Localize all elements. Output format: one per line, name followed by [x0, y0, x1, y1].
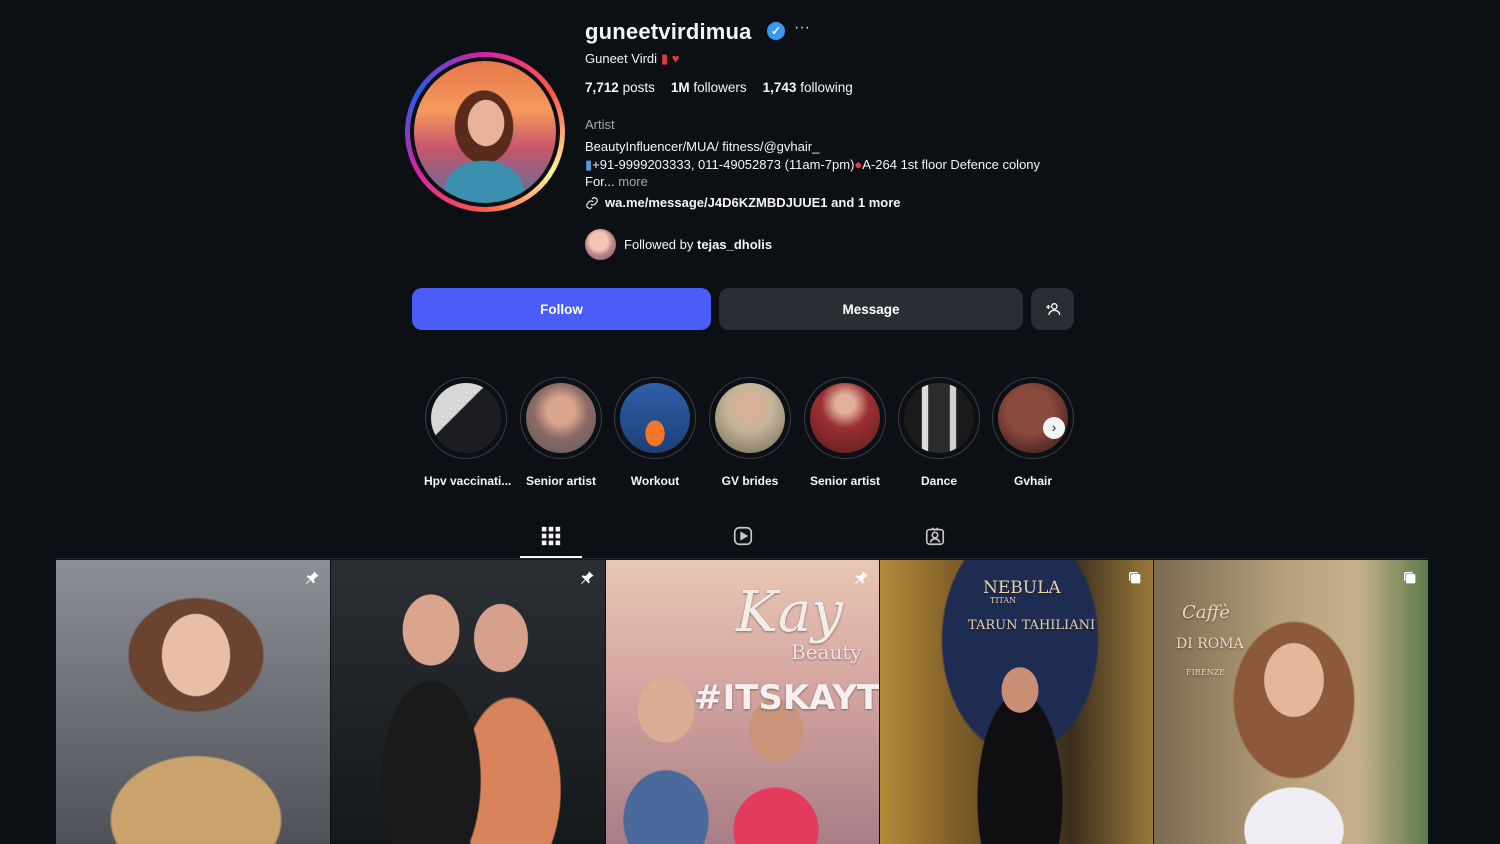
tab-posts[interactable]: [520, 520, 582, 558]
profile-stats: 7,712 posts 1M followers 1,743 following: [585, 80, 853, 95]
followed-by-prefix: Followed by: [624, 237, 694, 252]
post-overlay-text: NEBULA: [983, 578, 1061, 598]
follower-avatar: [585, 229, 616, 260]
post-overlay-text: DI ROMA: [1176, 636, 1244, 652]
highlight-label: Dance: [920, 474, 958, 488]
verified-badge-icon: ✓: [767, 22, 785, 40]
tab-divider: [56, 558, 1428, 559]
link-icon: [586, 196, 598, 209]
post-overlay-text: Caffè: [1182, 602, 1230, 623]
highlight-ring: [425, 377, 507, 459]
highlight-ring: [804, 377, 886, 459]
post-overlay-text: FIRENZE: [1186, 668, 1225, 677]
avatar-gap: [410, 57, 560, 207]
full-name-text: Guneet Virdi: [585, 51, 658, 66]
posts-grid: Kay Beauty #ITSKAYTOB NEBULA TITAN TARUN…: [56, 560, 1428, 844]
followed-by-user: tejas_dholis: [697, 237, 773, 252]
post-overlay-text: TARUN TAHILIANI: [968, 618, 1096, 633]
bio-contact: +91-9999203333, 011-49052873 (11am-7pm): [592, 157, 855, 172]
stat-label: following: [800, 80, 853, 95]
post-overlay-text: Beauty: [791, 640, 862, 664]
highlight-item[interactable]: Dance: [897, 377, 981, 488]
post-overlay-text: Kay: [736, 580, 843, 645]
highlight-thumb: [620, 383, 690, 453]
post-thumbnail[interactable]: [56, 560, 330, 844]
highlight-ring: [992, 377, 1074, 459]
message-button[interactable]: Message: [719, 288, 1023, 330]
pin-icon: [581, 571, 594, 584]
highlight-item[interactable]: GV brides: [708, 377, 792, 488]
tab-reels[interactable]: [712, 520, 774, 558]
highlight-thumb: [715, 383, 785, 453]
pin-icon: [855, 571, 868, 584]
stat-value: 1M: [670, 80, 690, 95]
highlight-label: Workout: [630, 474, 680, 488]
highlight-label: Hpv vaccinati...: [424, 474, 512, 488]
highlight-item[interactable]: Senior artist: [803, 377, 887, 488]
suggested-users-button[interactable]: [1031, 288, 1074, 330]
add-person-icon: [1045, 303, 1060, 316]
highlight-thumb: [431, 383, 501, 453]
carousel-icon: [1404, 572, 1416, 584]
highlights-next-icon[interactable]: ›: [1043, 417, 1065, 439]
bio-line-3: For... more: [585, 174, 648, 189]
highlight-thumb: [810, 383, 880, 453]
highlight-ring: [898, 377, 980, 459]
followed-by-text: Followed by tejas_dholis: [624, 237, 772, 252]
highlight-label: Gvhair: [1013, 474, 1052, 488]
stat-value: 1,743: [762, 80, 797, 95]
grid-icon: [541, 526, 561, 546]
highlight-label: Senior artist: [525, 474, 597, 488]
stat-posts[interactable]: 7,712 posts: [585, 80, 655, 95]
bio-line-2: ▮+91-9999203333, 011-49052873 (11am-7pm)…: [585, 157, 1040, 173]
profile-avatar[interactable]: [405, 52, 565, 212]
post-overlay-text: #ITSKAYTOB: [694, 678, 879, 718]
bio-address: A-264 1st floor Defence colony: [862, 157, 1041, 172]
highlight-thumb: [526, 383, 596, 453]
highlight-label: GV brides: [721, 474, 779, 488]
stat-value: 7,712: [585, 80, 619, 95]
post-thumbnail[interactable]: Kay Beauty #ITSKAYTOB: [606, 560, 879, 844]
stat-label: followers: [693, 80, 747, 95]
post-overlay-text: TITAN: [990, 596, 1017, 605]
highlight-ring: [709, 377, 791, 459]
tab-tagged[interactable]: [904, 520, 966, 558]
highlight-item[interactable]: Senior artist: [519, 377, 603, 488]
followed-by[interactable]: Followed by tejas_dholis: [585, 229, 772, 260]
stat-following[interactable]: 1,743 following: [763, 80, 853, 95]
highlight-ring: [520, 377, 602, 459]
follow-button[interactable]: Follow: [412, 288, 711, 330]
avatar-photo: [414, 61, 556, 203]
post-thumbnail[interactable]: [331, 560, 605, 844]
highlight-thumb: [904, 383, 974, 453]
bio-truncated: For...: [585, 174, 615, 189]
highlight-ring: [614, 377, 696, 459]
profile-link-text: wa.me/message/J4D6KZMBDJUUE1 and 1 more: [605, 195, 901, 210]
carousel-icon: [1129, 572, 1141, 584]
lipstick-icon: ▮ ♥: [661, 51, 680, 66]
full-name: Guneet Virdi ▮ ♥: [585, 51, 680, 67]
pin-icon: [306, 571, 319, 584]
post-thumbnail[interactable]: NEBULA TITAN TARUN TAHILIANI: [880, 560, 1153, 844]
highlight-label: Senior artist: [809, 474, 881, 488]
stat-label: posts: [622, 80, 655, 95]
username: guneetvirdimua: [585, 19, 752, 44]
reels-icon: [733, 526, 753, 546]
bio-more-link[interactable]: more: [618, 174, 648, 189]
highlight-item[interactable]: Workout: [613, 377, 697, 488]
bio-line-1: BeautyInfluencer/MUA/ fitness/@gvhair_: [585, 139, 820, 154]
post-thumbnail[interactable]: Caffè DI ROMA FIRENZE: [1154, 560, 1428, 844]
stat-followers[interactable]: 1M followers: [671, 80, 747, 95]
highlight-item[interactable]: Hpv vaccinati...: [424, 377, 512, 488]
profile-link[interactable]: wa.me/message/J4D6KZMBDJUUE1 and 1 more: [585, 195, 901, 210]
tagged-icon: [925, 527, 945, 546]
profile-category: Artist: [585, 117, 615, 132]
more-options-icon[interactable]: ···: [794, 19, 810, 37]
